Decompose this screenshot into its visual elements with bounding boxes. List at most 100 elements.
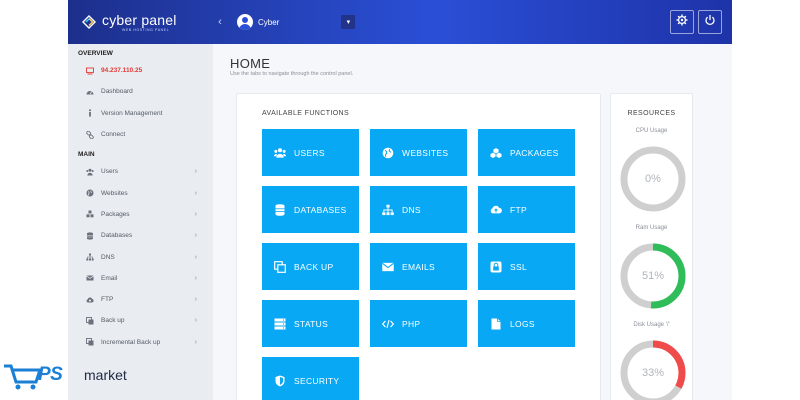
settings-button[interactable] — [670, 10, 694, 34]
sidebar: OVERVIEW 94.237.110.25 Dashboard Version… — [68, 44, 213, 400]
power-icon — [704, 13, 716, 31]
php-tile[interactable]: PHP — [370, 300, 467, 347]
websites-tile[interactable]: WEBSITES — [370, 129, 467, 176]
envelope-icon — [382, 261, 394, 273]
resources-card: RESOURCES CPU Usage 0% Ram Usage 51% Dis… — [610, 93, 693, 400]
ram-usage-gauge: 51% — [620, 243, 686, 309]
backup-tile[interactable]: BACK UP — [262, 243, 359, 290]
disk-usage-value: 33% — [641, 367, 665, 379]
sitemap-icon — [86, 253, 94, 261]
logs-tile-label: LOGS — [510, 318, 535, 329]
sidebar-item-dashboard[interactable]: Dashboard — [68, 81, 213, 102]
chevron-right-icon: › — [194, 253, 197, 261]
ftp-tile-label: FTP — [510, 204, 527, 215]
sidebar-item-packages[interactable]: Packages › — [68, 204, 213, 225]
logout-button[interactable] — [698, 10, 722, 34]
databases-tile[interactable]: DATABASES — [262, 186, 359, 233]
globe-icon — [382, 147, 394, 159]
chevron-right-icon: › — [194, 274, 197, 282]
sidebar-item-incremental-backup[interactable]: Incremental Back up › — [68, 332, 213, 353]
top-bar: cyber panel WEB HOSTING PANEL ‹ Cyber ▾ — [68, 0, 732, 44]
users-tile[interactable]: USERS — [262, 129, 359, 176]
shield-icon — [274, 375, 286, 387]
resources-title: RESOURCES — [627, 110, 676, 117]
brand-name: cyber panel — [102, 11, 177, 28]
chevron-right-icon: › — [194, 338, 197, 346]
sidebar-item-label: Users — [101, 168, 118, 176]
backup-tile-label: BACK UP — [294, 261, 334, 272]
status-tile-label: STATUS — [294, 318, 329, 329]
emails-tile-label: EMAILS — [402, 261, 435, 272]
chevron-right-icon: › — [194, 189, 197, 197]
sidebar-item-users[interactable]: Users › — [68, 161, 213, 182]
sidebar-heading-main: MAIN — [78, 151, 95, 159]
sidebar-item-email[interactable]: Email › — [68, 268, 213, 289]
disk-usage-gauge: 33% — [620, 340, 686, 400]
sidebar-item-connect[interactable]: Connect — [68, 124, 213, 145]
database-icon — [274, 203, 286, 216]
cubes-icon — [86, 210, 94, 218]
disk-usage-label: Disk Usage '/' — [633, 322, 670, 328]
link-icon — [86, 130, 94, 139]
monitor-icon — [86, 67, 94, 75]
cpu-usage-gauge: 0% — [620, 146, 686, 212]
avatar — [237, 14, 253, 30]
sidebar-item-ftp[interactable]: FTP › — [68, 289, 213, 310]
sidebar-item-label: Dashboard — [101, 88, 133, 96]
sidebar-item-backup[interactable]: Back up › — [68, 310, 213, 331]
chevron-left-icon[interactable]: ‹ — [213, 16, 227, 28]
chevron-down-icon[interactable]: ▾ — [341, 15, 356, 29]
sidebar-item-dns[interactable]: DNS › — [68, 246, 213, 267]
lock-icon — [490, 261, 502, 273]
sidebar-item-label: Incremental Back up — [101, 338, 161, 346]
emails-tile[interactable]: EMAILS — [370, 243, 467, 290]
dns-tile[interactable]: DNS — [370, 186, 467, 233]
chevron-right-icon: › — [194, 296, 197, 304]
globe-icon — [86, 189, 94, 197]
functions-card: AVAILABLE FUNCTIONS USERS WEBSITES PACKA… — [236, 93, 601, 400]
security-tile[interactable]: SECURITY — [262, 357, 359, 400]
user-menu[interactable]: Cyber ▾ — [237, 14, 356, 30]
app-window: cyber panel WEB HOSTING PANEL ‹ Cyber ▾ — [0, 0, 800, 400]
sidebar-item-databases[interactable]: Databases › — [68, 225, 213, 246]
info-icon — [86, 109, 94, 117]
copy-icon — [86, 338, 94, 346]
packages-tile-label: PACKAGES — [510, 147, 559, 158]
brand[interactable]: cyber panel WEB HOSTING PANEL — [68, 0, 213, 44]
sidebar-item-label: FTP — [101, 296, 114, 304]
functions-title: AVAILABLE FUNCTIONS — [262, 110, 350, 117]
copy-icon — [86, 316, 94, 325]
ssl-tile[interactable]: SSL — [478, 243, 575, 290]
top-actions — [670, 10, 722, 34]
users-icon — [274, 147, 286, 159]
sidebar-heading-overview: OVERVIEW — [78, 50, 113, 57]
ftp-tile[interactable]: FTP — [478, 186, 575, 233]
php-tile-label: PHP — [402, 318, 421, 329]
websites-tile-label: WEBSITES — [402, 147, 449, 158]
envelope-icon — [86, 274, 94, 282]
sidebar-item-websites[interactable]: Websites › — [68, 182, 213, 203]
brand-text: cyber panel WEB HOSTING PANEL — [102, 13, 177, 32]
main-content: HOME Use the tabs to navigate through th… — [213, 44, 732, 400]
logs-tile[interactable]: LOGS — [478, 300, 575, 347]
copy-icon — [274, 260, 286, 273]
sidebar-item-label: Version Management — [101, 109, 163, 117]
sidebar-item-version-management[interactable]: Version Management — [68, 103, 213, 124]
status-tile[interactable]: STATUS — [262, 300, 359, 347]
cpu-usage-label: CPU Usage — [635, 128, 668, 134]
cpu-usage-value: 0% — [645, 173, 661, 185]
sidebar-item-label: Connect — [101, 131, 126, 139]
watermark-brand: PS — [38, 364, 63, 385]
sidebar-item-label: Email — [101, 274, 118, 282]
sidebar-item-label: 94.237.110.25 — [101, 67, 143, 75]
users-icon — [86, 168, 94, 176]
sidebar-item-label: DNS — [101, 253, 115, 261]
dashboard-icon — [86, 88, 94, 96]
cloud-upload-icon — [86, 296, 94, 304]
databases-tile-label: DATABASES — [294, 204, 347, 215]
sidebar-item-label: Packages — [101, 210, 130, 218]
packages-tile[interactable]: PACKAGES — [478, 129, 575, 176]
sidebar-item-ip[interactable]: 94.237.110.25 — [68, 60, 213, 81]
page-title: HOME — [230, 56, 271, 71]
chevron-right-icon: › — [194, 317, 197, 325]
